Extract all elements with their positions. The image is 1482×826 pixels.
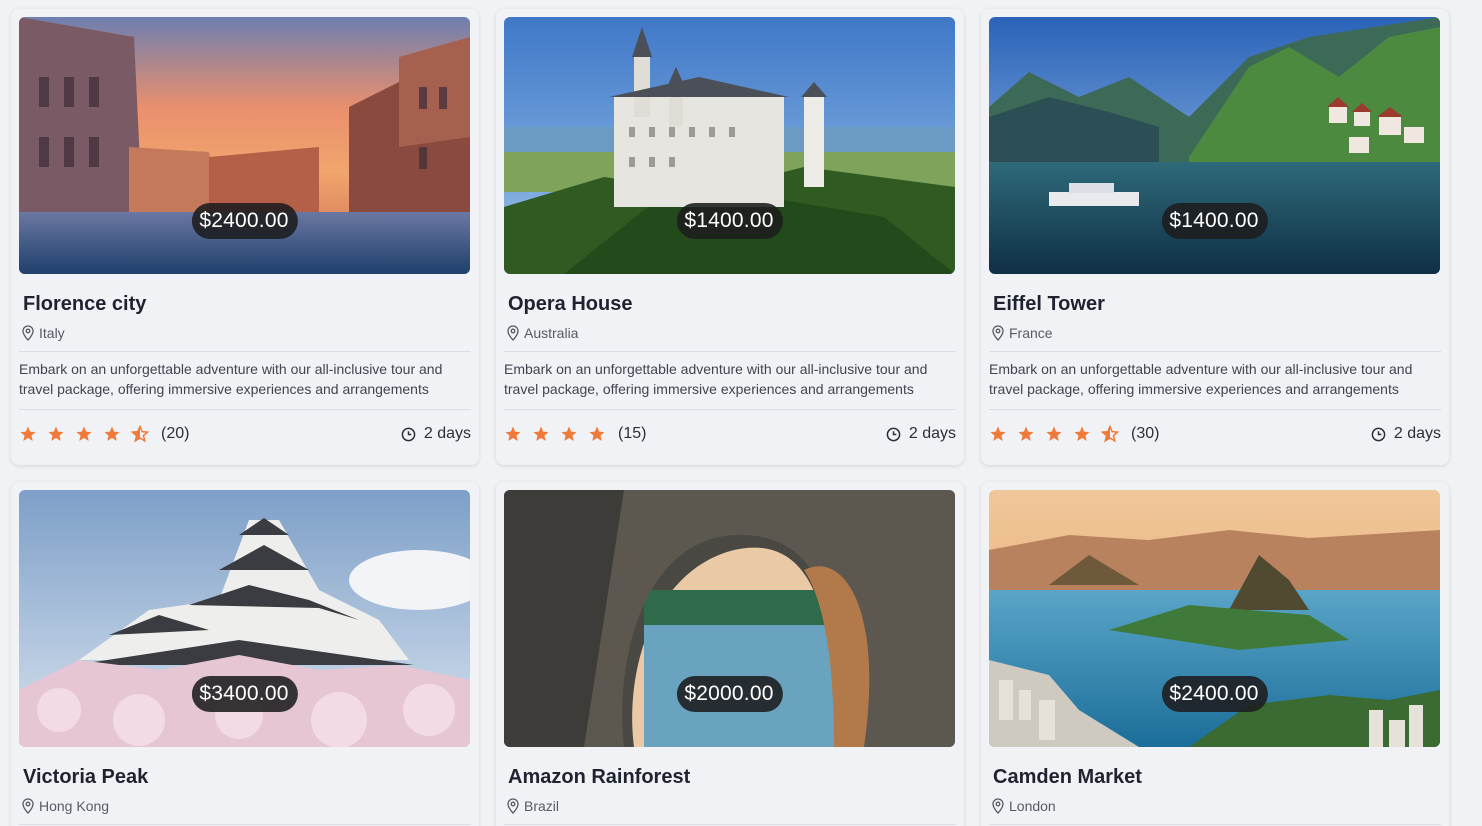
star-icon <box>589 426 605 441</box>
review-count: (30) <box>1131 425 1160 442</box>
review-count: (20) <box>161 425 190 442</box>
location-pin-icon <box>992 325 1004 341</box>
location-pin-icon <box>22 325 34 341</box>
tour-footer: (15) 2 days <box>504 425 956 443</box>
star-icon <box>990 426 1006 441</box>
tour-card[interactable]: $2000.00 Amazon Rainforest Brazil <box>496 482 964 826</box>
tour-image[interactable]: $1400.00 <box>504 17 955 274</box>
rating-stars: (15) <box>504 425 646 443</box>
tour-image[interactable]: $3400.00 <box>19 490 470 747</box>
location-pin-icon <box>992 798 1004 814</box>
star-icon <box>48 426 64 441</box>
price-badge: $2000.00 <box>676 676 783 712</box>
tour-footer: (30) 2 days <box>989 425 1441 443</box>
location-label: France <box>1009 325 1053 341</box>
tour-title[interactable]: Camden Market <box>993 766 1441 789</box>
tour-location: Italy <box>21 325 471 341</box>
clock-icon <box>886 427 901 441</box>
tour-card[interactable]: $3400.00 Victoria Peak Hong Kong <box>11 482 479 826</box>
divider <box>504 409 956 410</box>
review-count: (15) <box>618 425 647 442</box>
divider <box>19 824 471 825</box>
star-icon <box>20 426 36 441</box>
divider <box>504 351 956 352</box>
location-pin-icon <box>507 798 519 814</box>
star-icon <box>104 426 120 441</box>
location-pin-icon <box>22 798 34 814</box>
tour-card[interactable]: $2400.00 Camden Market London <box>981 482 1449 826</box>
divider <box>504 824 956 825</box>
star-icon <box>1018 426 1034 441</box>
tour-title[interactable]: Eiffel Tower <box>993 293 1441 316</box>
tour-location: Brazil <box>506 798 956 814</box>
star-icon <box>1074 426 1090 441</box>
duration: 2 days <box>1371 425 1441 443</box>
duration: 2 days <box>886 425 956 443</box>
tour-location: Hong Kong <box>21 798 471 814</box>
tour-description: Embark on an unforgettable adventure wit… <box>504 361 928 397</box>
price-badge: $2400.00 <box>191 203 298 239</box>
location-label: Hong Kong <box>39 798 110 814</box>
tour-card[interactable]: $2400.00 Florence city Italy Embark on a… <box>11 9 479 465</box>
star-icon <box>533 426 549 441</box>
tour-footer: (20) 2 days <box>19 425 471 443</box>
location-pin-icon <box>507 325 519 341</box>
tour-location: London <box>991 798 1441 814</box>
divider <box>989 824 1441 825</box>
duration-label: 2 days <box>423 425 471 442</box>
tour-title[interactable]: Amazon Rainforest <box>508 766 956 789</box>
tour-image[interactable]: $2000.00 <box>504 490 955 747</box>
clock-icon <box>401 427 416 441</box>
star-icon <box>561 426 577 441</box>
duration-label: 2 days <box>908 425 956 442</box>
star-icon <box>505 426 521 441</box>
rating-stars: (30) <box>989 425 1159 443</box>
price-badge: $1400.00 <box>1161 203 1268 239</box>
location-label: Australia <box>524 325 579 341</box>
star-half-icon <box>1101 425 1119 443</box>
tour-location: Australia <box>506 325 956 341</box>
star-half-icon <box>131 425 149 443</box>
location-label: Brazil <box>524 798 560 814</box>
divider <box>989 351 1441 352</box>
tour-card[interactable]: $1400.00 Opera House Australia Embark on… <box>496 9 964 465</box>
tour-grid: $2400.00 Florence city Italy Embark on a… <box>0 0 1482 826</box>
duration-label: 2 days <box>1393 425 1441 442</box>
tour-image[interactable]: $1400.00 <box>989 17 1440 274</box>
tour-card[interactable]: $1400.00 Eiffel Tower France Embark on a… <box>981 9 1449 465</box>
tour-title[interactable]: Florence city <box>23 293 471 316</box>
divider <box>19 351 471 352</box>
star-icon <box>1046 426 1062 441</box>
tour-description: Embark on an unforgettable adventure wit… <box>989 361 1413 397</box>
price-badge: $1400.00 <box>676 203 783 239</box>
tour-location: France <box>991 325 1441 341</box>
price-badge: $2400.00 <box>1161 676 1268 712</box>
location-label: Italy <box>39 325 65 341</box>
tour-image[interactable]: $2400.00 <box>989 490 1440 747</box>
tour-title[interactable]: Victoria Peak <box>23 766 471 789</box>
star-icon <box>76 426 92 441</box>
price-badge: $3400.00 <box>191 676 298 712</box>
tour-image[interactable]: $2400.00 <box>19 17 470 274</box>
rating-stars: (20) <box>19 425 189 443</box>
duration: 2 days <box>401 425 471 443</box>
tour-description: Embark on an unforgettable adventure wit… <box>19 361 443 397</box>
location-label: London <box>1009 798 1056 814</box>
tour-title[interactable]: Opera House <box>508 293 956 316</box>
clock-icon <box>1371 427 1386 441</box>
divider <box>19 409 471 410</box>
divider <box>989 409 1441 410</box>
